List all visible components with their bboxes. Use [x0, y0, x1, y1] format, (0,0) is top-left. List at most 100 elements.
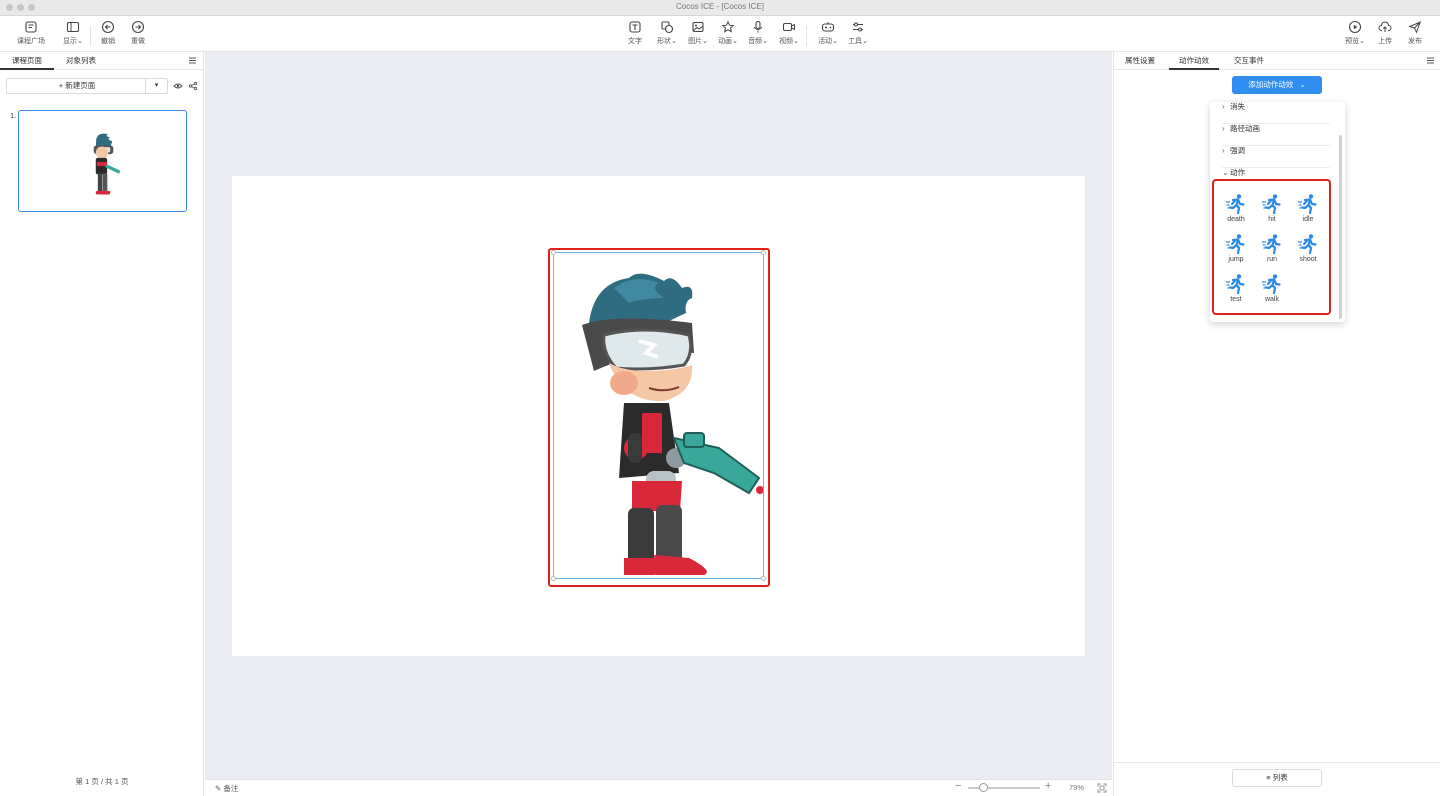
- chevron-down-icon: ⌄: [862, 38, 868, 45]
- play-icon: [1348, 20, 1362, 34]
- chevron-down-icon: ⌄: [1222, 168, 1229, 177]
- new-page-button[interactable]: + 新建页面: [7, 79, 147, 93]
- zoom-out-button[interactable]: −: [955, 780, 961, 792]
- chevron-down-icon: ⌄: [732, 38, 738, 45]
- action-label: run: [1266, 256, 1278, 263]
- action-hit[interactable]: hit: [1257, 193, 1287, 229]
- tab-interaction-events[interactable]: 交互事件: [1224, 52, 1274, 70]
- page-thumbnail[interactable]: [18, 110, 187, 212]
- text-tool-label: 文字: [628, 38, 642, 45]
- redo-button[interactable]: 重做: [121, 20, 155, 48]
- display-label: 显示: [63, 38, 78, 45]
- dropdown-scrollbar[interactable]: [1339, 135, 1342, 319]
- chevron-down-icon: ⌄: [702, 38, 708, 45]
- undo-button[interactable]: 撤销: [91, 20, 125, 48]
- notes-button[interactable]: ✎ 备注: [215, 783, 238, 794]
- add-action-effect-label: 添加动作动效: [1248, 80, 1294, 89]
- action-walk[interactable]: walk: [1257, 273, 1287, 309]
- action-run[interactable]: run: [1257, 233, 1287, 269]
- category-label: 动作: [1230, 168, 1245, 177]
- toolbar-divider: [806, 26, 807, 46]
- gamepad-icon: [821, 22, 835, 32]
- add-action-effect-button[interactable]: 添加动作动效 ⌄: [1232, 76, 1322, 94]
- resize-handle[interactable]: [551, 576, 556, 581]
- tab-actions-effects[interactable]: 动作动效: [1169, 52, 1219, 70]
- selected-character-sprite[interactable]: [551, 250, 766, 581]
- share-icon[interactable]: [188, 81, 198, 91]
- window-title: Cocos ICE - [Cocos ICE]: [675, 2, 765, 11]
- redo-label: 重做: [131, 38, 145, 45]
- chevron-down-icon: ⌄: [77, 38, 83, 45]
- publish-label: 发布: [1408, 38, 1422, 45]
- display-button[interactable]: 显示⌄: [56, 20, 90, 48]
- action-jump[interactable]: jump: [1221, 233, 1251, 269]
- redo-icon: [131, 20, 145, 34]
- tools-button[interactable]: 工具⌄: [841, 20, 875, 48]
- zoom-value: 79%: [1069, 783, 1085, 792]
- shape-tool-button[interactable]: 形状⌄: [650, 20, 684, 48]
- audio-tool-button[interactable]: 音频⌄: [741, 20, 775, 48]
- zoom-slider-thumb[interactable]: [979, 783, 988, 792]
- action-shoot[interactable]: shoot: [1293, 233, 1323, 269]
- chevron-down-icon: ⌄: [793, 38, 799, 45]
- tab-course-pages[interactable]: 课程页面: [0, 52, 54, 70]
- upload-button[interactable]: 上传: [1368, 20, 1402, 48]
- running-person-icon: [1298, 194, 1317, 215]
- left-panel: 课程页面 对象列表 + 新建页面 ▾ 1. 第 1 页 / 共 1 页: [0, 52, 204, 796]
- course-square-icon: [25, 21, 37, 33]
- action-label: shoot: [1299, 256, 1317, 263]
- category-path-animation[interactable]: › 路径动画: [1222, 124, 1330, 146]
- list-button[interactable]: ≡ 列表: [1232, 769, 1322, 787]
- action-label: death: [1227, 216, 1245, 223]
- tab-properties[interactable]: 属性设置: [1114, 52, 1166, 70]
- action-idle[interactable]: idle: [1293, 193, 1323, 229]
- category-label: 强调: [1230, 146, 1245, 155]
- publish-button[interactable]: 发布: [1398, 20, 1432, 48]
- right-tabs: 属性设置 动作动效 交互事件: [1114, 52, 1440, 70]
- category-disappear[interactable]: › 消失: [1222, 102, 1330, 124]
- text-tool-button[interactable]: 文字: [618, 20, 652, 48]
- new-page-dropdown[interactable]: ▾: [145, 79, 167, 93]
- running-person-icon: [1226, 274, 1245, 295]
- action-label: walk: [1264, 296, 1279, 303]
- page-info: 第 1 页 / 共 1 页: [75, 777, 129, 786]
- chevron-right-icon: ›: [1222, 102, 1225, 111]
- running-person-icon: [1262, 234, 1281, 255]
- fit-screen-icon[interactable]: [1097, 783, 1107, 793]
- resize-handle[interactable]: [761, 250, 766, 255]
- animation-tool-button[interactable]: 动画⌄: [711, 20, 745, 48]
- menu-icon[interactable]: [1426, 56, 1435, 65]
- pencil-icon: ✎: [215, 784, 222, 793]
- tab-object-list[interactable]: 对象列表: [54, 52, 108, 70]
- activity-tool-label: 活动: [818, 38, 833, 45]
- category-emphasis[interactable]: › 强调: [1222, 146, 1330, 168]
- display-icon: [66, 21, 80, 33]
- running-person-icon: [1226, 234, 1245, 255]
- action-effect-dropdown: › 消失 › 路径动画 › 强调 ⌄动作 death hit idle jump…: [1210, 102, 1345, 322]
- chevron-right-icon: ›: [1222, 146, 1225, 155]
- sliders-icon: [853, 22, 863, 32]
- undo-label: 撤销: [101, 38, 115, 45]
- course-square-button[interactable]: 课程广场: [14, 20, 48, 48]
- preview-label: 预览: [1345, 38, 1360, 45]
- eye-icon[interactable]: [173, 81, 183, 91]
- preview-button[interactable]: 预览⌄: [1338, 20, 1372, 48]
- image-tool-button[interactable]: 图片⌄: [681, 20, 715, 48]
- upload-label: 上传: [1378, 38, 1392, 45]
- chevron-down-icon: ⌄: [1299, 80, 1306, 89]
- action-death[interactable]: death: [1221, 193, 1251, 229]
- running-person-icon: [1298, 234, 1317, 255]
- resize-handle[interactable]: [761, 576, 766, 581]
- action-test[interactable]: test: [1221, 273, 1251, 309]
- send-icon: [1408, 21, 1422, 34]
- resize-handle[interactable]: [551, 250, 556, 255]
- stage-canvas[interactable]: [232, 176, 1085, 656]
- menu-icon[interactable]: [188, 56, 197, 65]
- course-square-label: 课程广场: [17, 38, 45, 45]
- star-icon: [721, 20, 735, 33]
- title-bar: Cocos ICE - [Cocos ICE]: [0, 0, 1440, 16]
- cloud-upload-icon: [1378, 21, 1392, 32]
- activity-tool-button[interactable]: 活动⌄: [811, 20, 845, 48]
- video-tool-button[interactable]: 视频⌄: [772, 20, 806, 48]
- zoom-in-button[interactable]: +: [1045, 780, 1051, 792]
